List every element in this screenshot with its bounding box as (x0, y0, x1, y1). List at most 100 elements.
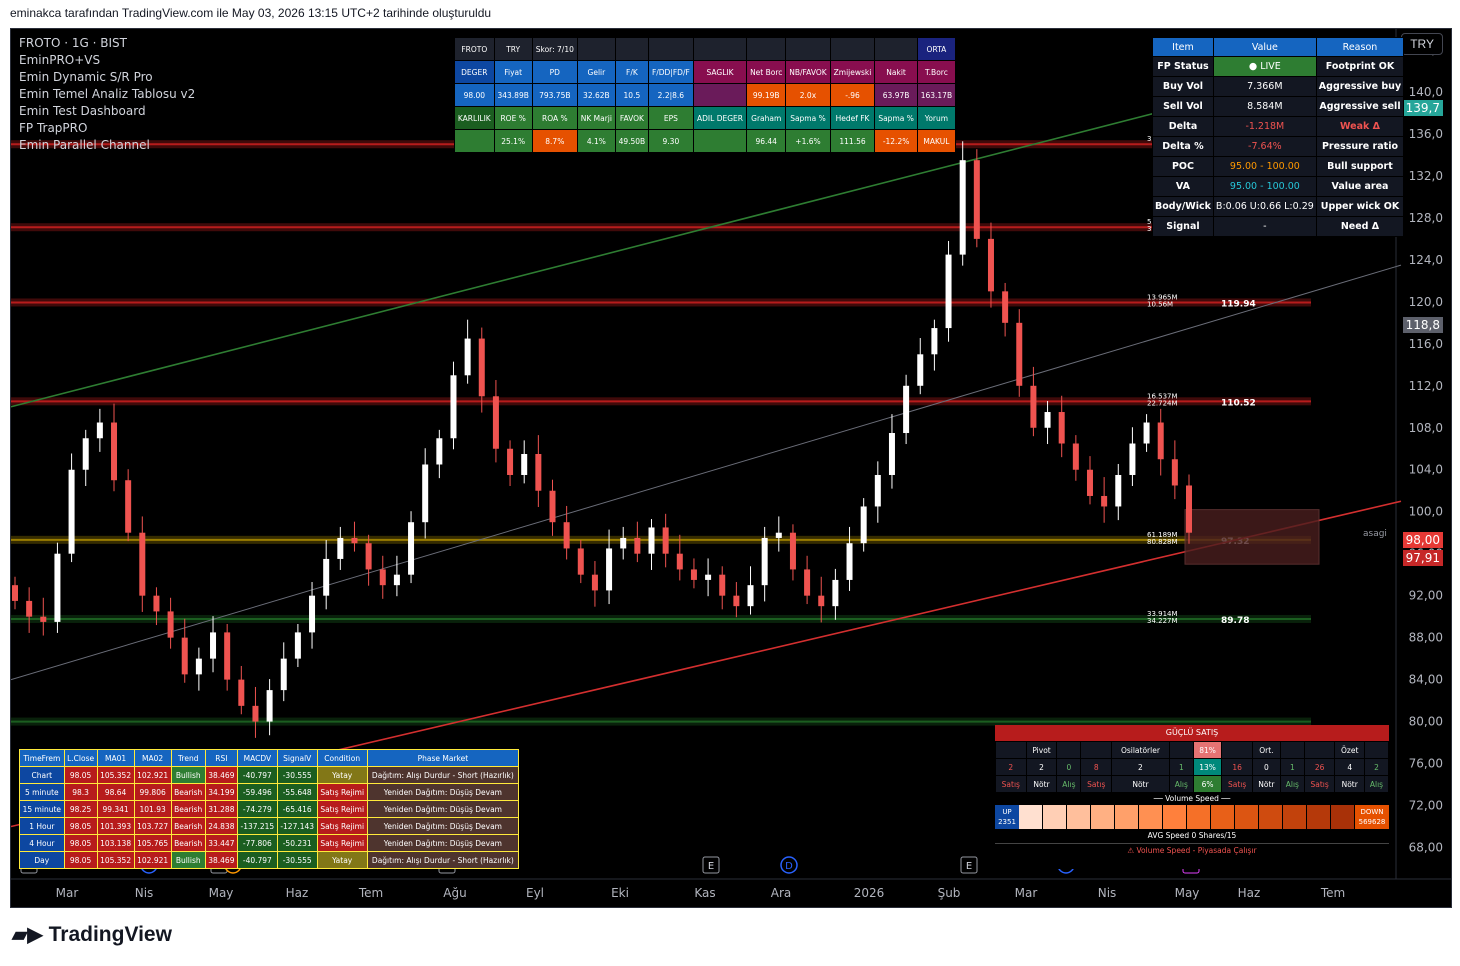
candle-body (1143, 422, 1150, 444)
volume-speed-label: ── Volume Speed ── (1153, 794, 1231, 803)
x-tick-label: Eyl (526, 886, 544, 900)
sr-volume-label: 10.56M (1147, 300, 1173, 308)
table-cell: Dağıtım: Alışı Durdur - Short (Hazırlık) (366, 851, 520, 869)
y-tick-label: 116,0 (1409, 337, 1443, 351)
table-cell: Yeniden Dağıtım: Düşüş Devam (366, 800, 520, 818)
table-cell: 8 (1080, 758, 1113, 776)
table-cell (874, 37, 918, 61)
table-cell: ORTA (916, 37, 957, 61)
table-cell (1221, 741, 1253, 759)
sr-level-label: 110.52 (1221, 398, 1256, 408)
y-tick-label: 104,0 (1409, 463, 1443, 477)
speed-segment (1067, 805, 1091, 829)
x-tick-label: Ağu (443, 886, 466, 900)
table-row: 5 minute 98.3 98.64 99.806 Bearish 34.199 -59.… (19, 783, 520, 801)
table-cell: 163.17B (916, 83, 957, 107)
table-cell: MA02 (133, 749, 172, 767)
table-cell: Bearish (170, 834, 206, 852)
candle-body (238, 679, 245, 706)
table-cell: -65.416 (276, 800, 318, 818)
legend-item[interactable]: EminPRO+VS (19, 52, 195, 69)
table-row: 15 minute 98.25 99.341 101.93 Bearish 31.288-… (19, 800, 520, 818)
table-cell (1303, 741, 1336, 759)
chart-caption: eminakca tarafından TradingView.com ile … (10, 6, 492, 20)
candle-body (323, 558, 330, 596)
x-tick-label: Mar (1015, 886, 1038, 900)
table-cell: 99.341 (96, 800, 135, 818)
table-cell: SignalV (276, 749, 318, 767)
table-row: DEGER Fiyat PD Gelir F/K F/DD|FD/F SAGLIK Net B… (454, 60, 957, 84)
table-cell (1279, 741, 1305, 759)
x-tick-label: Eki (611, 886, 629, 900)
table-cell: 16 (1221, 758, 1253, 776)
candle-body (365, 543, 372, 570)
table-cell: -30.555 (276, 766, 318, 784)
table-cell: Nakit (874, 60, 918, 84)
table-cell: Reason (1315, 37, 1405, 57)
table-cell: ● LIVE (1212, 56, 1317, 77)
candle-body (167, 611, 174, 638)
speed-segment (1235, 805, 1259, 829)
candle-body (280, 658, 287, 691)
timeline-marker-label: D (785, 861, 793, 872)
table-cell: -77.806 (236, 834, 278, 852)
legend-item[interactable]: Emin Temel Analiz Tablosu v2 (19, 86, 195, 103)
table-cell: TRY (493, 37, 533, 61)
footprint-table: Item Value Reason FP Status ● LIVE Footprint … (1152, 37, 1405, 237)
candle-body (832, 579, 839, 607)
table-cell: L.Close (63, 749, 98, 767)
candle-body (606, 548, 613, 591)
y-tick-label: 72,00 (1409, 799, 1443, 813)
table-cell: 103.727 (133, 817, 172, 835)
price-tag-green: 139,7 (1402, 100, 1443, 116)
table-cell: 2 (1111, 758, 1170, 776)
x-tick-label: Mar (56, 886, 79, 900)
legend-item[interactable]: Emin Test Dashboard (19, 103, 195, 120)
chart-area[interactable]: 144,0140,0136,0132,0128,0124,0120,0116,0… (10, 28, 1452, 908)
table-row: Item Value Reason (1152, 37, 1405, 57)
legend-item[interactable]: FP TrapPRO (19, 120, 195, 137)
signal-table: Pivot Osilatörler 81% Ort. Özet 2 2 0 8 2 1 13% 16 0 1… (995, 741, 1390, 793)
legend-item[interactable]: Emin Dynamic S/R Pro (19, 69, 195, 86)
table-cell: 105.765 (133, 834, 172, 852)
candle-body (761, 537, 768, 586)
table-row: 98.00 343.89B 793.75B 32.62B 10.5 2.2|8.6 99.1… (454, 83, 957, 107)
signal-panel: GÜÇLÜ SATIŞ Pivot Osilatörler 81% Ort. Özet 2… (995, 725, 1390, 869)
y-tick-label: 100,0 (1409, 505, 1443, 519)
table-cell: T.Borc (916, 60, 957, 84)
table-cell (614, 37, 649, 61)
legend-item[interactable]: Emin Parallel Channel (19, 137, 195, 154)
candle-body (733, 595, 740, 607)
price-tag-prev: 97,91 (1402, 550, 1443, 566)
table-cell: Bearish (170, 800, 206, 818)
table-cell: -55.648 (276, 783, 318, 801)
table-cell: Delta % (1152, 136, 1214, 157)
table-cell: - (1212, 216, 1317, 237)
volume-down-value: 569628 (1358, 818, 1386, 826)
table-cell (829, 37, 876, 61)
table-cell: Bullish (170, 766, 206, 784)
table-cell: 1 Hour (19, 817, 65, 835)
table-cell: EPS (647, 106, 694, 130)
legend-symbol[interactable]: FROTO · 1G · BIST (19, 35, 195, 52)
table-cell: ROE % (493, 106, 533, 130)
candle-body (478, 338, 485, 397)
candle-body (676, 553, 683, 570)
table-row: 1 Hour 98.05 101.393 103.727 Bearish 24.838 -1… (19, 817, 520, 835)
currency-button[interactable]: TRY (1401, 33, 1443, 55)
candle-body (690, 569, 697, 580)
table-cell: Bearish (170, 817, 206, 835)
table-row: Delta % -7.64% Pressure ratio (1152, 136, 1405, 157)
table-cell: Sapma % (874, 106, 918, 130)
table-cell: Pressure ratio (1315, 136, 1405, 157)
table-cell: TimeFrem (19, 749, 65, 767)
table-cell: Satış (995, 775, 1027, 793)
table-cell: 31.288 (204, 800, 238, 818)
table-cell: 105.352 (96, 766, 135, 784)
x-tick-label: Tem (358, 886, 383, 900)
table-cell: 81% (1192, 741, 1223, 759)
table-cell: DEGER (454, 60, 495, 84)
table-cell: 13% (1192, 758, 1223, 776)
tradingview-logo[interactable]: ▰▶ TradingView (12, 922, 172, 947)
table-cell (692, 37, 748, 61)
